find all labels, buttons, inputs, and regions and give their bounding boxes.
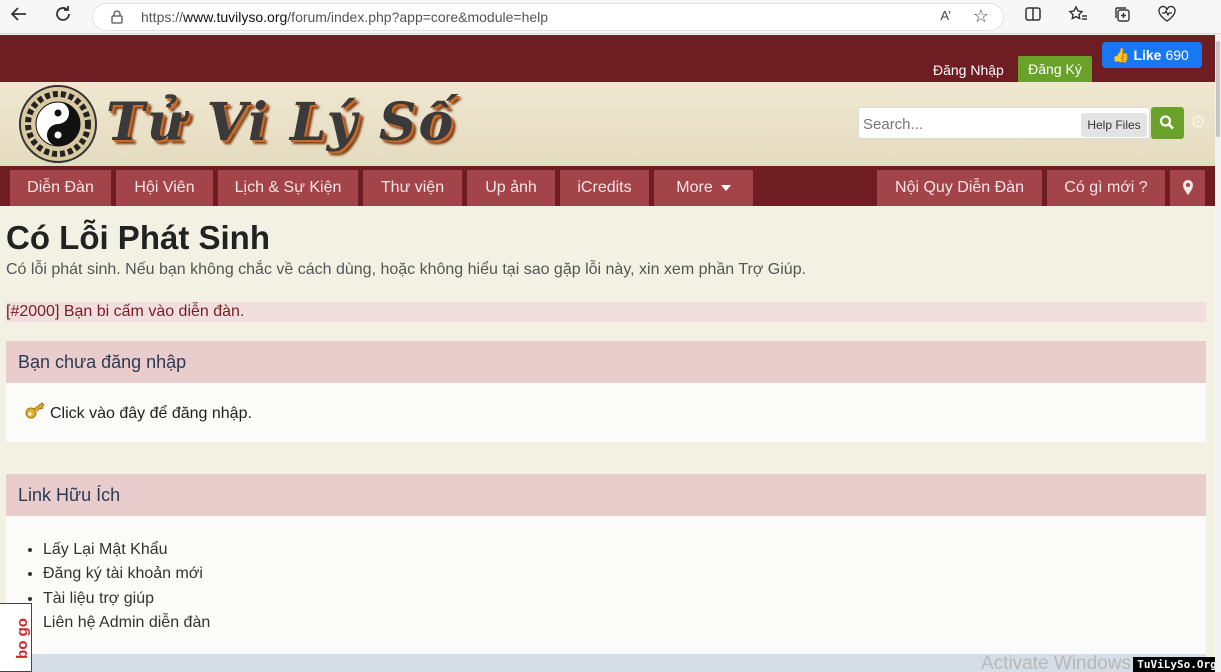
favorites-icon[interactable] (1068, 5, 1088, 28)
facebook-like-button[interactable]: 👍 Like 690 (1102, 42, 1202, 68)
url-text: https://www.tuvilyso.org/forum/index.php… (141, 9, 549, 25)
login-box-title: Bạn chưa đăng nhập (6, 341, 1206, 383)
favorite-star-icon[interactable]: ☆ (973, 6, 989, 27)
windows-activation-watermark: Activate Windows (981, 653, 1131, 672)
nav-upload-image[interactable]: Up ảnh (467, 170, 555, 206)
site-header: Tử Vi Lý Số Help Files ⚙ (0, 82, 1215, 166)
nav-forum[interactable]: Diễn Đàn (10, 170, 111, 206)
user-bar: Đăng Nhập Đăng Ký 👍 Like 690 (0, 35, 1215, 83)
refresh-icon[interactable] (50, 4, 76, 30)
address-bar[interactable]: https://www.tuvilyso.org/forum/index.php… (92, 3, 1004, 31)
caret-down-icon (720, 184, 731, 191)
nav-forum-rules[interactable]: Nội Quy Diễn Đàn (877, 170, 1042, 206)
fb-like-count: 690 (1165, 47, 1189, 63)
main-nav: Diễn Đàn Hội Viên Lịch & Sự Kiện Thư việ… (0, 166, 1215, 206)
link-register-account[interactable]: Đăng ký tài khoản mới (43, 562, 210, 586)
signin-link[interactable]: Đăng Nhập (933, 62, 1004, 78)
search-box: Help Files (858, 107, 1150, 139)
back-icon[interactable] (6, 4, 32, 30)
search-input[interactable] (863, 113, 1073, 135)
link-recover-password[interactable]: Lấy Lại Mật Khẩu (43, 538, 210, 562)
nav-calendar[interactable]: Lịch & Sự Kiện (218, 170, 358, 206)
login-link-text: Click vào đây để đăng nhập. (50, 405, 252, 422)
link-contact-admin[interactable]: Liên hệ Admin diễn đàn (43, 611, 210, 635)
key-icon (25, 402, 45, 419)
nav-more-label: More (676, 179, 713, 196)
nav-library[interactable]: Thư viện (363, 170, 462, 206)
nav-location[interactable] (1170, 170, 1205, 206)
useful-links-title: Link Hữu Ích (6, 474, 1206, 516)
scrollbar-thumb[interactable] (1216, 41, 1220, 137)
site-logo-text[interactable]: Tử Vi Lý Số (106, 92, 455, 153)
fb-like-label: Like (1133, 47, 1162, 63)
side-logo[interactable]: bo go (0, 603, 32, 672)
nav-whats-new[interactable]: Có gì mới ? (1047, 170, 1165, 206)
nav-icredits[interactable]: iCredits (560, 170, 649, 206)
gear-icon[interactable]: ⚙ (1190, 112, 1206, 133)
map-pin-icon (1182, 179, 1193, 195)
nav-members[interactable]: Hội Viên (116, 170, 213, 206)
login-link[interactable]: Click vào đây để đăng nhập. (24, 401, 252, 423)
site-watermark-tag: TuViLySo.Org (1133, 657, 1221, 672)
link-help-docs[interactable]: Tài liệu trợ giúp (43, 587, 210, 611)
nav-more[interactable]: More (654, 170, 753, 206)
search-scope-button[interactable]: Help Files (1081, 113, 1147, 137)
useful-links-list: Lấy Lại Mật Khẩu Đăng ký tài khoản mới T… (43, 538, 210, 635)
side-logo-text: bo go (13, 618, 31, 659)
search-button[interactable] (1151, 107, 1184, 139)
error-message: [#2000] Bạn bi cấm vào diễn đàn. (6, 302, 1206, 322)
lock-icon (111, 10, 123, 24)
thumbs-up-icon: 👍 (1112, 47, 1130, 63)
useful-links-box: Link Hữu Ích Lấy Lại Mật Khẩu Đăng ký tà… (6, 474, 1206, 654)
read-aloud-icon[interactable]: A’ (940, 8, 951, 23)
register-button[interactable]: Đăng Ký (1018, 56, 1092, 83)
login-box: Bạn chưa đăng nhập Click vào đây để đăng… (6, 341, 1206, 442)
collections-icon[interactable] (1113, 5, 1131, 28)
scrollbar[interactable] (1215, 35, 1221, 672)
search-icon (1159, 115, 1174, 130)
browser-toolbar: https://www.tuvilyso.org/forum/index.php… (0, 0, 1221, 34)
yin-yang-logo-icon[interactable] (18, 84, 98, 164)
split-screen-icon[interactable] (1024, 5, 1042, 28)
page-description: Có lỗi phát sinh. Nếu bạn không chắc về … (6, 261, 807, 278)
performance-heart-icon[interactable] (1157, 5, 1177, 28)
page-title: Có Lỗi Phát Sinh (6, 219, 270, 256)
